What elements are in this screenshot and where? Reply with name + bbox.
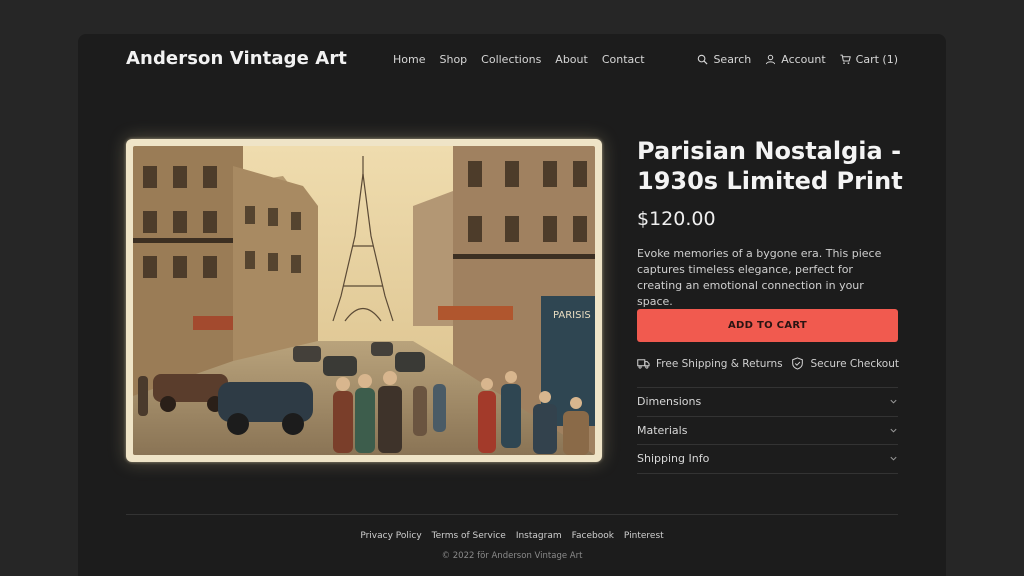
cart-label: Cart (1) — [855, 53, 898, 66]
accordion-materials[interactable]: Materials — [637, 417, 898, 445]
cart-button[interactable]: Cart (1) — [840, 53, 898, 66]
search-label: Search — [713, 53, 752, 66]
nav-shop[interactable]: Shop — [439, 53, 467, 66]
footer-links: Privacy Policy Terms of Service Instagra… — [78, 531, 946, 541]
footer-link-privacy[interactable]: Privacy Policy — [360, 531, 421, 541]
search-button[interactable]: Search — [697, 53, 751, 66]
main-nav: Home Shop Collections About Contact — [393, 53, 645, 66]
user-icon — [766, 54, 776, 65]
perk-free-shipping: Free Shipping & Returns — [637, 357, 783, 370]
truck-icon — [637, 359, 650, 369]
account-label: Account — [781, 53, 826, 66]
nav-collections[interactable]: Collections — [481, 53, 541, 66]
nav-about[interactable]: About — [555, 53, 588, 66]
add-to-cart-button[interactable]: ADD TO CART — [637, 309, 898, 342]
page-card: Anderson Vintage Art Home Shop Collectio… — [78, 34, 946, 576]
chevron-down-icon — [890, 428, 897, 433]
shield-check-icon — [792, 357, 804, 370]
perk-secure-checkout: Secure Checkout — [791, 357, 899, 370]
copyright: © 2022 för Anderson Vintage Art — [441, 551, 583, 561]
utility-nav: Search Account Cart (1) — [697, 53, 898, 66]
product-accordion: Dimensions Materials Shipping Info — [637, 387, 898, 474]
perk-secure-label: Secure Checkout — [810, 357, 899, 370]
footer-link-terms[interactable]: Terms of Service — [432, 531, 506, 541]
chevron-down-icon — [890, 457, 897, 461]
nav-contact[interactable]: Contact — [602, 53, 645, 66]
accordion-label: Shipping Info — [637, 452, 710, 466]
product-perks: Free Shipping & Returns Secure Checkout — [637, 357, 899, 370]
accordion-label: Materials — [637, 423, 688, 437]
search-icon — [698, 54, 708, 65]
product-image-frame[interactable]: PARISIS — [126, 139, 602, 462]
product-price: $120.00 — [637, 208, 716, 230]
cart-icon — [840, 54, 851, 64]
chevron-down-icon — [890, 400, 897, 404]
perk-shipping-label: Free Shipping & Returns — [656, 357, 783, 370]
artwork-shop-sign: PARISIS — [553, 310, 591, 321]
product-artwork: PARISIS — [133, 146, 595, 455]
accordion-dimensions[interactable]: Dimensions — [637, 388, 898, 417]
footer-link-facebook[interactable]: Facebook — [572, 531, 614, 541]
account-button[interactable]: Account — [765, 53, 826, 66]
footer-link-pinterest[interactable]: Pinterest — [624, 531, 664, 541]
product-description: Evoke memories of a bygone era. This pie… — [637, 247, 882, 308]
brand-logo[interactable]: Anderson Vintage Art — [126, 48, 347, 69]
accordion-shipping-info[interactable]: Shipping Info — [637, 445, 898, 474]
footer-divider — [126, 514, 898, 515]
accordion-label: Dimensions — [637, 395, 702, 409]
product-title: Parisian Nostalgia - 1930s Limited Print — [637, 137, 903, 195]
nav-home[interactable]: Home — [393, 53, 425, 66]
footer-link-instagram[interactable]: Instagram — [516, 531, 562, 541]
